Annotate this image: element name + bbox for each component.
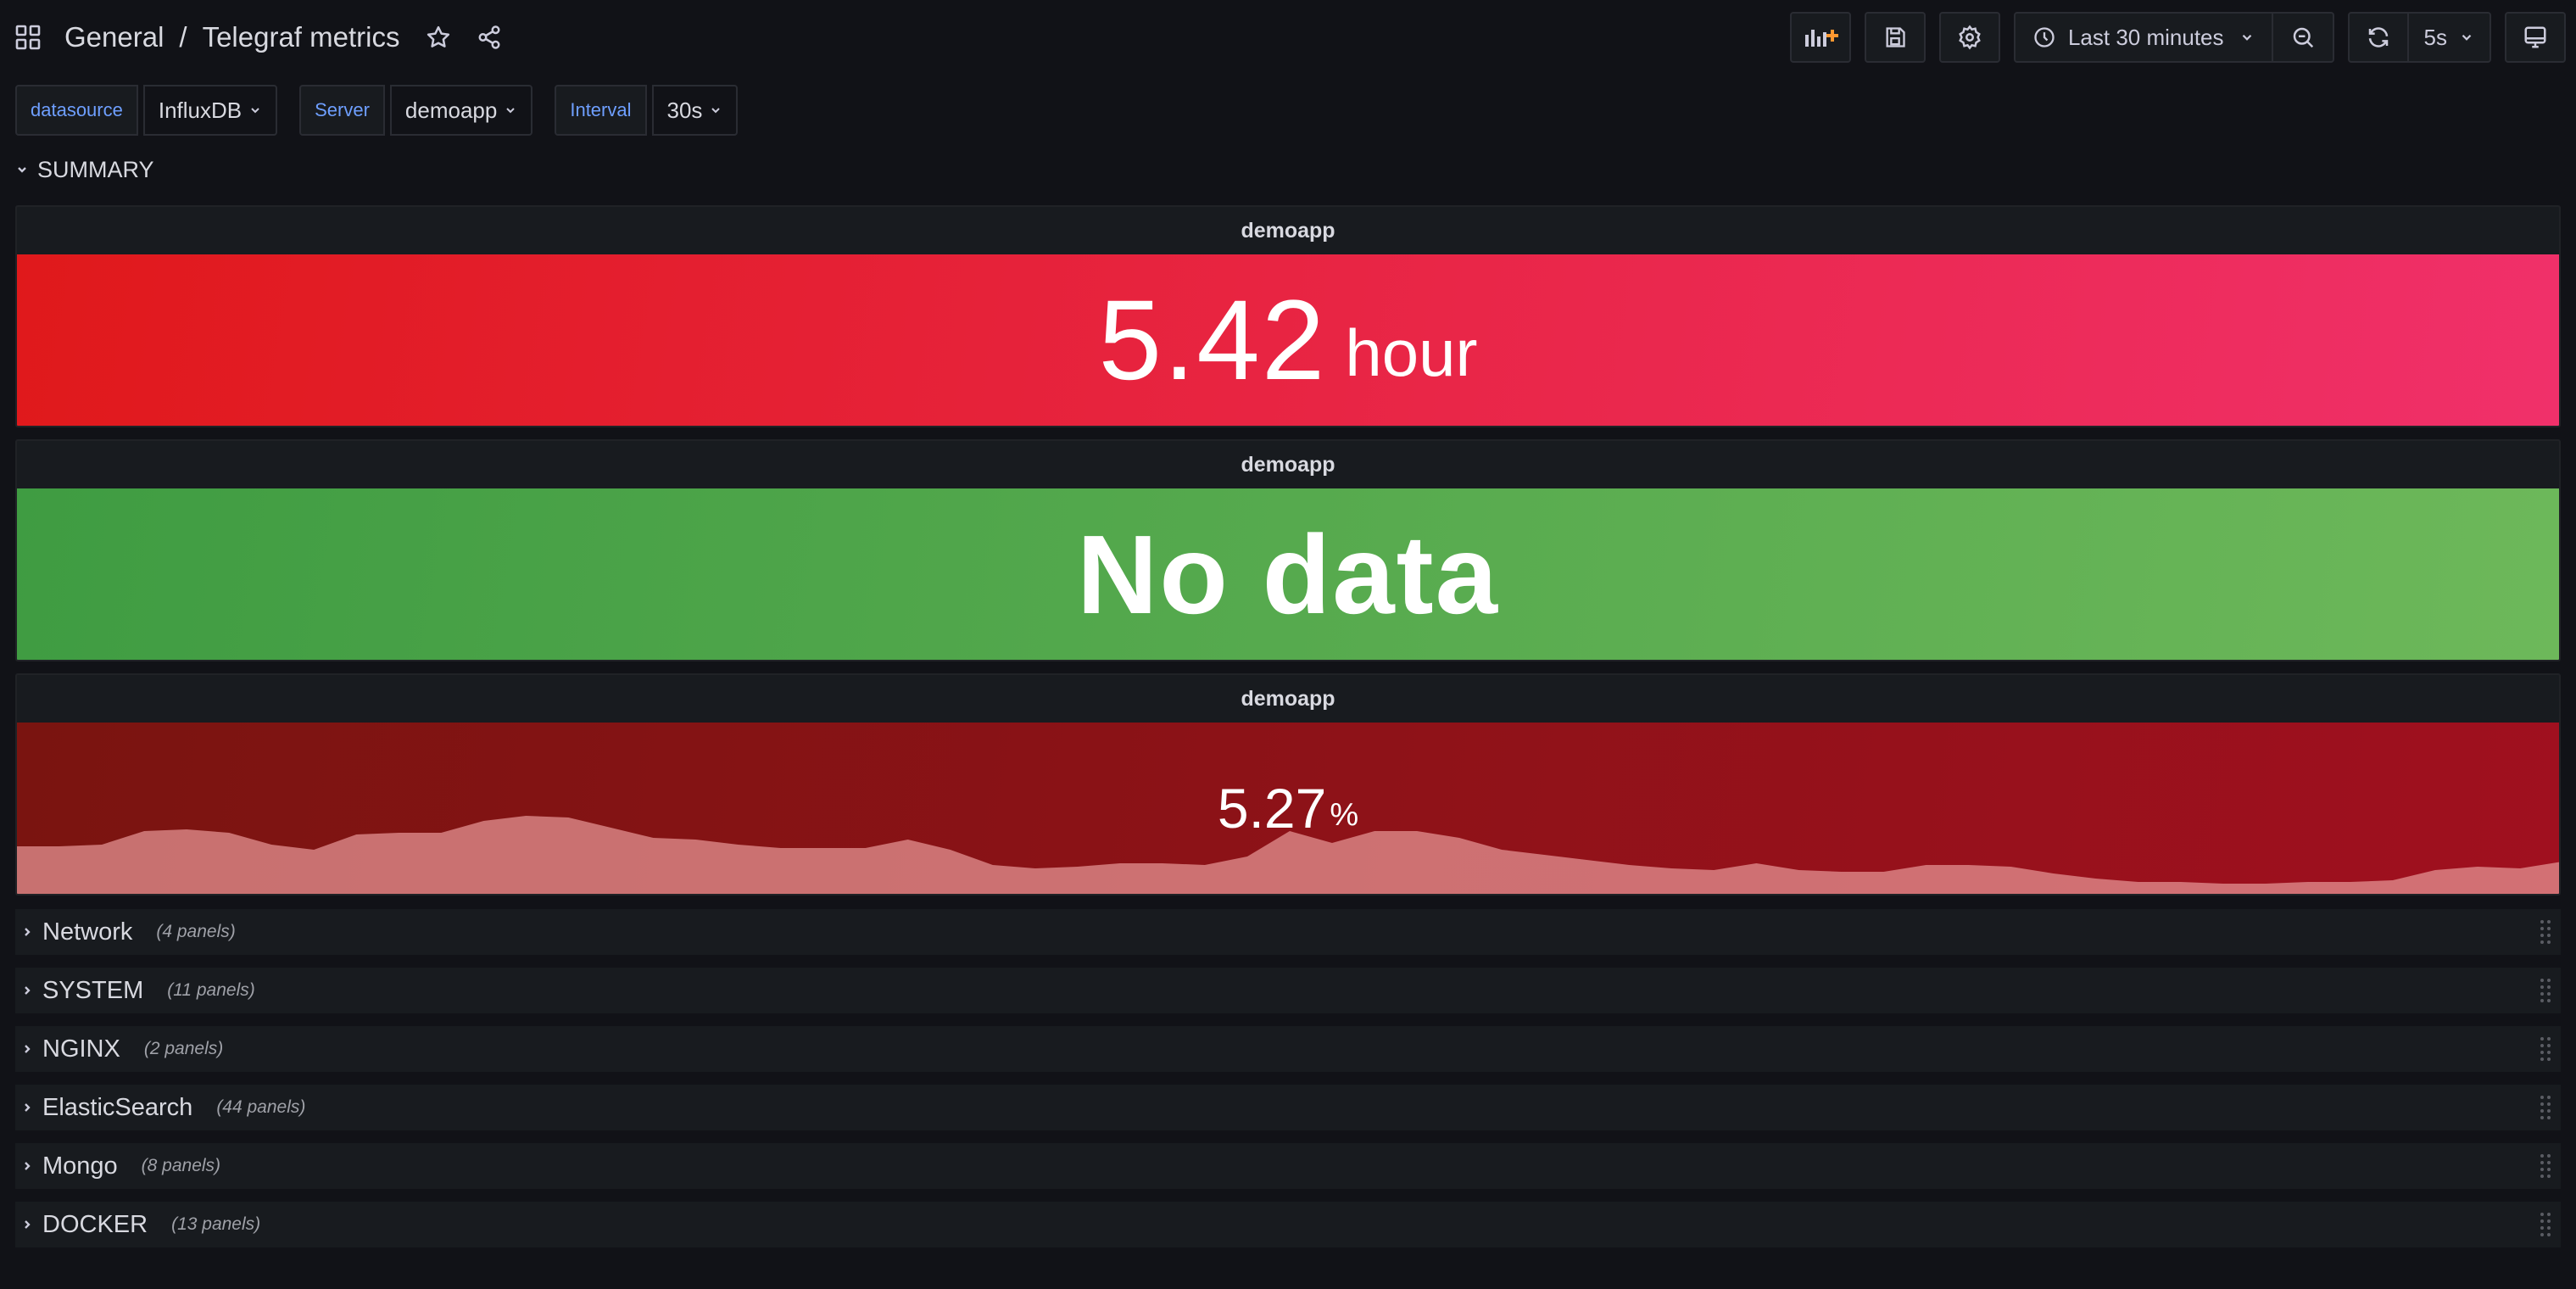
breadcrumb: General / Telegraf metrics [15,20,506,54]
variable-value: demoapp [404,97,498,123]
chevron-down-icon [2462,34,2472,41]
panel-title[interactable]: demoapp [17,207,2559,254]
variable-select-interval[interactable]: 30s [651,85,739,136]
gear-icon [1959,25,1981,50]
variable-select-server[interactable]: demoapp [389,85,533,136]
drag-handle-icon[interactable] [2539,1092,2552,1123]
star-icon[interactable] [421,20,455,54]
refresh-icon [2368,27,2388,47]
collapsed-row[interactable]: ElasticSearch (44 panels) [15,1085,2561,1130]
row-title: DOCKER [42,1210,148,1238]
drag-handle-icon[interactable] [2539,1034,2552,1064]
chevron-down-icon [711,108,721,114]
variable-datasource: datasource InfluxDB [15,85,278,136]
drag-handle-icon[interactable] [2539,1209,2552,1240]
breadcrumb-separator: / [179,21,187,53]
collapsed-row[interactable]: SYSTEM (11 panels) [15,968,2561,1013]
chevron-down-icon [2242,34,2251,41]
zoom-out-button[interactable] [2272,12,2334,63]
tv-mode-button[interactable] [2505,12,2566,63]
time-range-label: Last 30 minutes [2067,24,2224,50]
chevron-down-icon [506,108,516,114]
dashboards-grid-icon[interactable] [15,25,41,50]
drag-handle-icon[interactable] [2539,1151,2552,1181]
variable-label: datasource [15,85,138,136]
stat-value: 5.27 [1217,777,1327,840]
stat-value-area: 5.42 hour [17,254,2559,426]
chevron-right-icon [25,1220,31,1229]
collapsed-row[interactable]: NGINX (2 panels) [15,1026,2561,1072]
breadcrumb-folder[interactable]: General [64,21,164,53]
stat-panel-uptime[interactable]: demoapp 5.42 hour [15,205,2561,427]
dashboard-title[interactable]: Telegraf metrics [203,21,400,53]
row-panel-count: (13 panels) [171,1214,261,1234]
row-title: SUMMARY [37,156,154,182]
add-panel-icon [1804,30,1838,47]
chevron-right-icon [25,1103,31,1112]
refresh-button[interactable] [2347,12,2409,63]
monitor-icon [2524,26,2546,48]
row-panel-count: (8 panels) [141,1156,221,1175]
add-panel-button[interactable] [1789,12,1851,63]
chevron-right-icon [25,986,31,995]
row-panel-count: (4 panels) [156,922,236,941]
variable-value: 30s [666,97,703,123]
collapsed-row[interactable]: Network (4 panels) [15,909,2561,955]
variable-value: InfluxDB [158,97,243,123]
panel-title[interactable]: demoapp [17,675,2559,723]
share-icon[interactable] [472,20,506,54]
stat-unit: hour [1345,315,1478,390]
stat-panel-no-data[interactable]: demoapp No data [15,439,2561,661]
refresh-interval-label: 5s [2423,24,2447,50]
clock-icon [2034,27,2055,47]
variable-select-datasource[interactable]: InfluxDB [142,85,278,136]
chevron-right-icon [25,1045,31,1053]
chevron-down-icon [18,167,26,173]
stat-value-area: No data [17,488,2559,660]
refresh-interval-picker[interactable]: 5s [2408,12,2491,63]
row-title: Mongo [42,1152,118,1180]
row-summary[interactable]: SUMMARY [15,148,154,192]
panel-title[interactable]: demoapp [17,441,2559,488]
row-panel-count: (11 panels) [167,980,255,1000]
variable-interval: Interval 30s [555,85,739,136]
variable-server: Server demoapp [299,85,533,136]
row-title: SYSTEM [42,976,144,1004]
row-title: Network [42,918,133,946]
chevron-down-icon [251,108,259,114]
row-title: NGINX [42,1035,120,1063]
dashboard-toolbar: Last 30 minutes 5s [1776,12,2566,63]
dashboard-navbar: General / Telegraf metrics Last 30 minut… [0,0,2576,75]
template-variables: datasource InfluxDB Server demoapp Inter… [15,85,760,136]
save-icon [1886,27,1905,47]
variable-label: Interval [555,85,647,136]
row-title: ElasticSearch [42,1093,193,1121]
time-range-picker[interactable]: Last 30 minutes [2013,12,2273,63]
collapsed-row[interactable]: DOCKER (13 panels) [15,1202,2561,1247]
drag-handle-icon[interactable] [2539,975,2552,1006]
zoom-out-icon [2293,27,2313,48]
stat-unit: % [1330,796,1359,833]
dashboard-settings-button[interactable] [1938,12,2000,63]
chevron-right-icon [25,1162,31,1170]
stat-no-data: No data [1076,511,1500,637]
row-panel-count: (44 panels) [216,1097,306,1117]
drag-handle-icon[interactable] [2539,917,2552,947]
row-panel-count: (2 panels) [143,1039,224,1058]
collapsed-row[interactable]: Mongo (8 panels) [15,1143,2561,1189]
save-dashboard-button[interactable] [1864,12,1926,63]
stat-panel-cpu[interactable]: demoapp 5.27 % [15,673,2561,896]
stat-value-area: 5.27 % [17,723,2559,894]
chevron-right-icon [25,928,31,936]
variable-label: Server [299,85,385,136]
stat-value: 5.42 [1098,276,1327,404]
